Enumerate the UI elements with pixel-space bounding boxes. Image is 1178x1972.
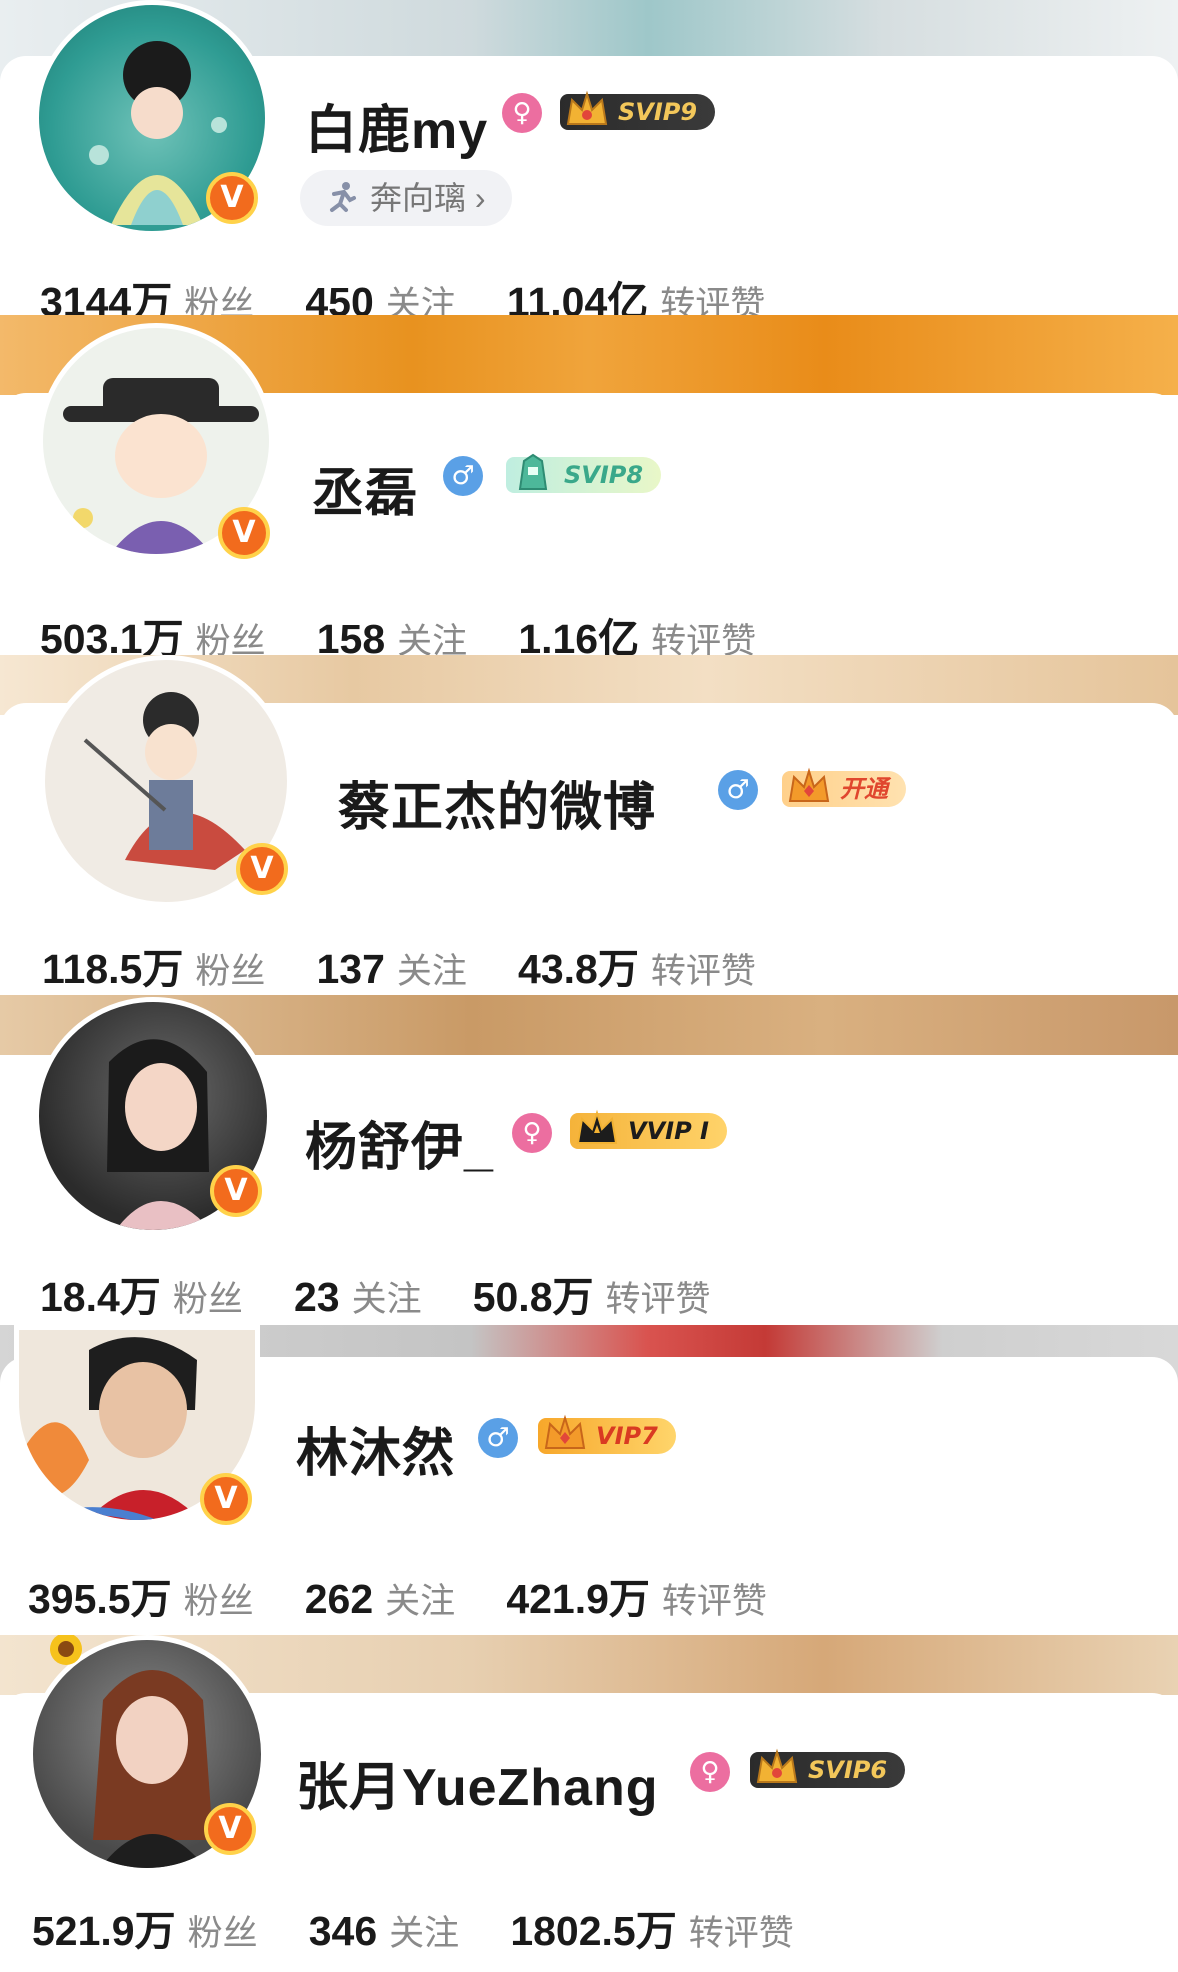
crown-icon [756,1748,798,1783]
stat-fans[interactable]: 3144万 粉丝 [40,268,254,315]
stat-following[interactable]: 346 关注 [309,1905,459,1956]
stats-row: 503.1万 粉丝 158 关注 1.16亿 转评赞 [40,605,796,655]
profile-card: V 张月YueZhang ♀ SVIP6 521.9万 粉丝 346 关注 1802… [0,1635,1178,1972]
verified-badge-icon: V [206,172,258,224]
vip-badge[interactable]: VVIP I [570,1109,727,1149]
profile-name: 张月YueZhang [296,1759,659,1817]
stat-interactions[interactable]: 50.8万 转评赞 [473,1263,711,1323]
stat-interactions[interactable]: 1.16亿 转评赞 [518,605,756,655]
stats-row: 18.4万 粉丝 23 关注 50.8万 转评赞 [40,1263,751,1323]
verified-badge-icon: V [200,1473,252,1525]
crown-icon [518,453,548,490]
vip-label: SVIP6 [808,1756,888,1784]
running-icon [330,182,356,212]
stat-following[interactable]: 137 关注 [316,943,466,994]
stat-following[interactable]: 158 关注 [317,613,467,655]
vip-label: SVIP9 [618,98,698,126]
vip-badge[interactable]: SVIP6 [750,1748,906,1788]
profile-name: 丞磊 [312,465,419,523]
stat-fans[interactable]: 118.5万 粉丝 [42,935,265,995]
profile-stack: V 白鹿my ♀ SVIP9 奔向璃 › 3144万 粉丝 450 关注 11.04… [0,0,1178,1972]
stat-interactions[interactable]: 1802.5万 转评赞 [510,1897,793,1957]
vip-label: 开通 [840,775,888,803]
profile-card: V 蔡正杰的微博 ♂ 开通 118.5万 粉丝 137 关注 43.8万 转评赞 [0,655,1178,995]
stat-following[interactable]: 23 关注 [294,1271,422,1322]
stat-fans[interactable]: 18.4万 粉丝 [40,1263,243,1323]
verified-badge-icon: V [210,1165,262,1217]
stat-fans[interactable]: 395.5万 粉丝 [28,1565,254,1625]
verified-badge-icon: V [204,1803,256,1855]
chip-label: 奔向璃 › [370,180,486,216]
stat-interactions[interactable]: 43.8万 转评赞 [518,935,756,995]
crown-icon [788,767,830,802]
stat-following[interactable]: 262 关注 [305,1573,455,1624]
crown-icon [576,1109,618,1144]
stats-row: 395.5万 粉丝 262 关注 421.9万 转评赞 [28,1565,807,1625]
stat-interactions[interactable]: 11.04亿 转评赞 [507,268,765,315]
female-icon: ♀ [690,1752,730,1792]
vip-badge[interactable]: SVIP8 [506,453,662,493]
male-icon: ♂ [718,770,758,810]
verified-badge-icon: V [218,507,270,559]
stat-fans[interactable]: 503.1万 粉丝 [40,605,266,655]
vip-badge[interactable]: 开通 [782,767,906,807]
male-icon: ♂ [478,1418,518,1458]
profile-card: V 丞磊 ♂ SVIP8 503.1万 粉丝 158 关注 1.16亿 转评赞 [0,315,1178,655]
vip-label: VIP7 [596,1422,658,1450]
profile-name: 蔡正杰的微博 [338,779,657,837]
profile-card: V 杨舒伊_ ♀ VVIP I 18.4万 粉丝 23 关注 50.8万 转评赞 [0,995,1178,1325]
profile-card: V 白鹿my ♀ SVIP9 奔向璃 › 3144万 粉丝 450 关注 11.04… [0,0,1178,315]
female-icon: ♀ [512,1113,552,1153]
vip-badge[interactable]: VIP7 [538,1414,676,1454]
profile-name: 林沐然 [296,1425,456,1483]
stat-fans[interactable]: 521.9万 粉丝 [32,1897,258,1957]
sunflower-icon [50,1635,82,1665]
vip-label: SVIP8 [564,461,644,489]
supertopic-chip[interactable]: 奔向璃 › [300,170,512,226]
profile-name: 白鹿my [305,102,489,160]
profile-card: V 林沐然 ♂ VIP7 395.5万 粉丝 262 关注 421.9万 转评赞 [0,1325,1178,1635]
profile-name: 杨舒伊_ [305,1119,494,1177]
female-icon: ♀ [502,93,542,133]
crown-icon [544,1414,586,1449]
stats-row: 118.5万 粉丝 137 关注 43.8万 转评赞 [42,935,796,995]
stat-following[interactable]: 450 关注 [305,276,455,315]
stats-row: 521.9万 粉丝 346 关注 1802.5万 转评赞 [32,1897,834,1957]
crown-icon [566,90,608,125]
vip-badge[interactable]: SVIP9 [560,90,716,130]
stat-interactions[interactable]: 421.9万 转评赞 [506,1565,767,1625]
stats-row: 3144万 粉丝 450 关注 11.04亿 转评赞 [40,268,805,315]
male-icon: ♂ [443,456,483,496]
vip-label: VVIP I [628,1117,709,1145]
verified-badge-icon: V [236,843,288,895]
